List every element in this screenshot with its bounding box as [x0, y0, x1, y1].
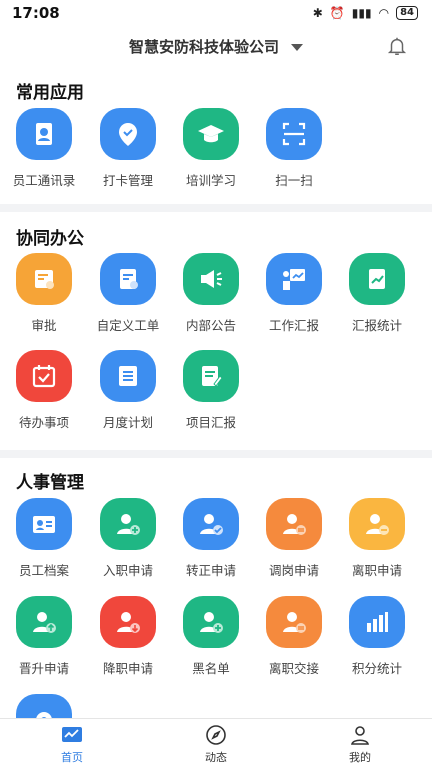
app-work-report[interactable]: 工作汇报	[252, 253, 336, 334]
megaphone-icon	[183, 253, 239, 305]
document-edit-icon	[183, 350, 239, 402]
app-blacklist[interactable]: 黑名单	[169, 596, 253, 677]
chart-document-icon	[349, 253, 405, 305]
section-title: 人事管理	[16, 473, 84, 493]
app-label: 工作汇报	[268, 318, 319, 333]
app-attendance[interactable]: 打卡管理	[86, 108, 170, 189]
app-monthly-plan[interactable]: 月度计划	[86, 350, 170, 431]
tab-profile[interactable]: 我的	[288, 719, 432, 768]
app-label: 项目汇报	[185, 415, 236, 430]
app-label: 降职申请	[102, 661, 153, 676]
home-chart-icon	[62, 726, 82, 742]
contacts-icon	[16, 108, 72, 160]
app-label: 待办事项	[18, 415, 69, 430]
app-project-report[interactable]: 项目汇报	[169, 350, 253, 431]
app-training[interactable]: 培训学习	[169, 108, 253, 189]
app-label: 员工档案	[18, 563, 69, 578]
bottom-tab-bar: 首页 动态 我的	[0, 718, 432, 768]
bar-chart-icon	[349, 596, 405, 648]
wifi-icon: ◠	[378, 6, 390, 20]
tab-home[interactable]: 首页	[0, 719, 144, 768]
app-regularization[interactable]: 转正申请	[169, 498, 253, 579]
app-employee-file[interactable]: 员工档案	[2, 498, 86, 579]
graduation-cap-icon	[183, 108, 239, 160]
location-pin-icon	[100, 108, 156, 160]
tab-label: 动态	[205, 750, 227, 764]
bluetooth-icon: ✱	[312, 6, 323, 20]
id-card-icon	[16, 498, 72, 550]
app-label: 离职交接	[268, 661, 319, 676]
user-blacklist-icon	[183, 596, 239, 648]
user-check-icon	[183, 498, 239, 550]
app-label: 积分统计	[351, 661, 402, 676]
tab-dynamics[interactable]: 动态	[144, 719, 288, 768]
compass-icon	[206, 724, 226, 745]
app-label: 自定义工单	[96, 318, 160, 333]
section-title: 协同办公	[16, 229, 84, 249]
app-label: 入职申请	[102, 563, 153, 578]
app-demotion[interactable]: 降职申请	[86, 596, 170, 677]
section-office: 协同办公 审批 自定义工单 内部公告 工作汇报 汇报统计 待办事项 月度计划 项…	[0, 212, 432, 450]
app-label: 扫一扫	[275, 173, 313, 188]
user-add-icon	[100, 498, 156, 550]
app-label: 内部公告	[185, 318, 236, 333]
battery-icon: 84	[396, 6, 418, 20]
approval-icon	[16, 253, 72, 305]
status-time: 17:08	[12, 4, 60, 22]
app-report-stats[interactable]: 汇报统计	[335, 253, 419, 334]
signal-icon: ▮▮▮	[351, 6, 372, 20]
app-points-stats[interactable]: 积分统计	[335, 596, 419, 677]
tab-label: 我的	[349, 750, 371, 764]
status-bar: 17:08 ✱ ⏰ ▮▮▮ ◠ 84	[0, 0, 432, 26]
alarm-off-icon: ⏰	[329, 6, 345, 20]
user-transfer-icon	[266, 498, 322, 550]
status-icons: ✱ ⏰ ▮▮▮ ◠ 84	[313, 6, 418, 20]
scan-icon	[266, 108, 322, 160]
app-scan[interactable]: 扫一扫	[252, 108, 336, 189]
section-common: 常用应用 员工通讯录 打卡管理 培训学习 扫一扫	[0, 66, 432, 204]
calendar-check-icon	[16, 350, 72, 402]
app-todo[interactable]: 待办事项	[2, 350, 86, 431]
app-approval[interactable]: 审批	[2, 253, 86, 334]
chevron-down-icon[interactable]	[291, 43, 303, 51]
app-handover[interactable]: 离职交接	[252, 596, 336, 677]
app-label: 审批	[31, 318, 57, 333]
user-handover-icon	[266, 596, 322, 648]
bell-icon[interactable]	[386, 34, 408, 58]
app-contacts[interactable]: 员工通讯录	[2, 108, 86, 189]
section-title: 常用应用	[16, 83, 84, 103]
app-label: 月度计划	[102, 415, 153, 430]
clipboard-check-icon	[100, 253, 156, 305]
app-announcement[interactable]: 内部公告	[169, 253, 253, 334]
app-transfer[interactable]: 调岗申请	[252, 498, 336, 579]
app-label: 调岗申请	[268, 563, 319, 578]
app-resignation[interactable]: 离职申请	[335, 498, 419, 579]
user-icon	[351, 725, 369, 745]
app-label: 员工通讯录	[12, 173, 76, 188]
user-remove-icon	[349, 498, 405, 550]
app-label: 离职申请	[351, 563, 402, 578]
section-hr: 人事管理 员工档案 入职申请 转正申请 调岗申请 离职申请 晋升申请 降职申请 …	[0, 458, 432, 746]
user-up-icon	[16, 596, 72, 648]
header: 智慧安防科技体验公司	[0, 26, 432, 66]
user-down-icon	[100, 596, 156, 648]
app-label: 汇报统计	[351, 318, 402, 333]
app-label: 转正申请	[185, 563, 236, 578]
company-name[interactable]: 智慧安防科技体验公司	[129, 36, 279, 57]
app-onboarding[interactable]: 入职申请	[86, 498, 170, 579]
app-label: 打卡管理	[102, 173, 153, 188]
app-label: 黑名单	[192, 661, 230, 676]
app-promotion[interactable]: 晋升申请	[2, 596, 86, 677]
app-custom-ticket[interactable]: 自定义工单	[86, 253, 170, 334]
presentation-icon	[266, 253, 322, 305]
app-label: 晋升申请	[18, 661, 69, 676]
tab-label: 首页	[61, 750, 83, 764]
list-document-icon	[100, 350, 156, 402]
app-label: 培训学习	[185, 173, 236, 188]
